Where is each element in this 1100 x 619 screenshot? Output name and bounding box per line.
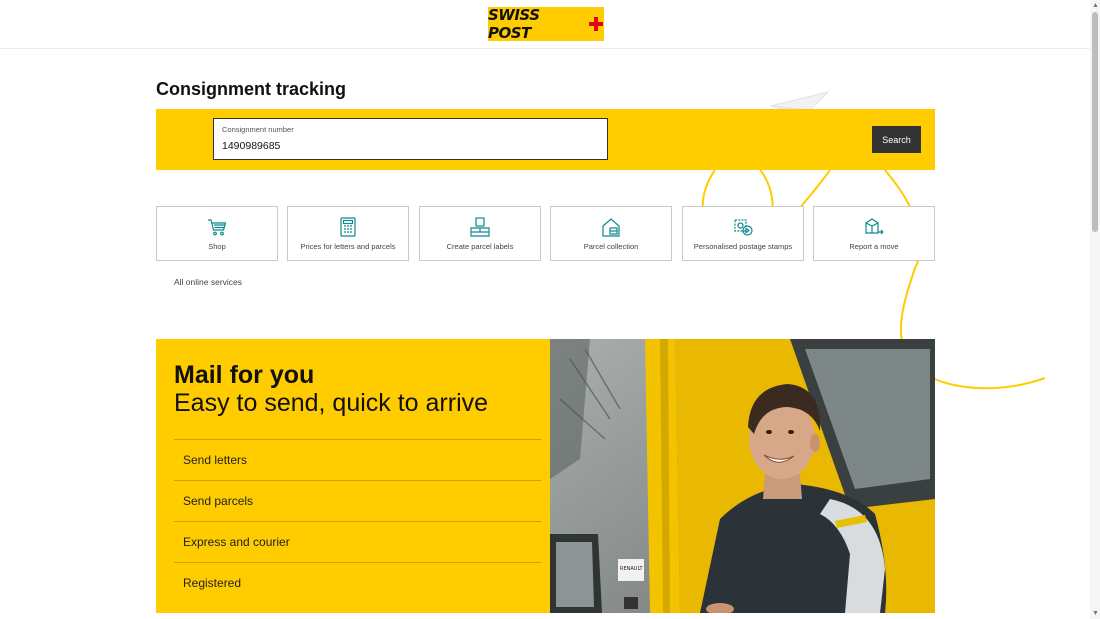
site-header: SWISS POST: [0, 0, 1090, 49]
consignment-number-field[interactable]: Consignment number: [213, 118, 608, 160]
promo-subtitle: Easy to send, quick to arrive: [174, 389, 489, 417]
service-tiles: Shop Prices for letters and parcels Crea…: [156, 206, 936, 261]
all-online-services-link[interactable]: All online services: [174, 277, 242, 287]
tile-shop[interactable]: Shop: [156, 206, 278, 261]
swiss-cross-icon: [588, 16, 605, 32]
tile-label: Prices for letters and parcels: [300, 242, 396, 251]
promo-panel: Mail for you Easy to send, quick to arri…: [156, 339, 550, 613]
consignment-number-label: Consignment number: [222, 125, 294, 134]
tile-personalised-stamps[interactable]: Personalised postage stamps: [682, 206, 804, 261]
promo-link-list: Send letters Send parcels Express and co…: [174, 439, 541, 603]
postman-van-photo: RENAULT: [550, 339, 935, 613]
tracking-search-band: Consignment number Search: [156, 109, 935, 170]
tile-label: Parcel collection: [583, 242, 639, 251]
scroll-up-arrow-icon[interactable]: ▲: [1092, 2, 1099, 9]
tile-prices[interactable]: Prices for letters and parcels: [287, 206, 409, 261]
promo-link-express-courier[interactable]: Express and courier: [174, 521, 541, 562]
swiss-post-logo[interactable]: SWISS POST: [488, 6, 605, 42]
scroll-down-arrow-icon[interactable]: ▼: [1092, 610, 1099, 617]
tile-label: Personalised postage stamps: [693, 242, 793, 251]
tile-label: Report a move: [849, 242, 899, 251]
logo-text: SWISS POST: [488, 6, 540, 42]
tile-parcel-collection[interactable]: Parcel collection: [550, 206, 672, 261]
search-button[interactable]: Search: [872, 126, 921, 153]
promo-link-send-letters[interactable]: Send letters: [174, 439, 541, 480]
shopping-cart-icon: [206, 216, 228, 238]
stamp-icon: [732, 216, 754, 238]
page-scrollbar[interactable]: ▲ ▼: [1090, 0, 1100, 619]
promo-link-send-parcels[interactable]: Send parcels: [174, 480, 541, 521]
promo-title: Mail for you: [174, 361, 315, 389]
scrollbar-thumb[interactable]: [1092, 12, 1098, 232]
promo-link-registered[interactable]: Registered: [174, 562, 541, 603]
tile-report-move[interactable]: Report a move: [813, 206, 935, 261]
parcel-label-icon: [469, 216, 491, 238]
calculator-icon: [337, 216, 359, 238]
house-parcel-icon: [600, 216, 622, 238]
moving-boxes-icon: [863, 216, 885, 238]
svg-text:RENAULT: RENAULT: [620, 566, 644, 572]
consignment-number-input[interactable]: [222, 137, 592, 155]
tile-create-parcel-labels[interactable]: Create parcel labels: [419, 206, 541, 261]
tile-label: Shop: [208, 242, 226, 251]
tile-label: Create parcel labels: [446, 242, 514, 251]
page-title: Consignment tracking: [156, 79, 347, 99]
